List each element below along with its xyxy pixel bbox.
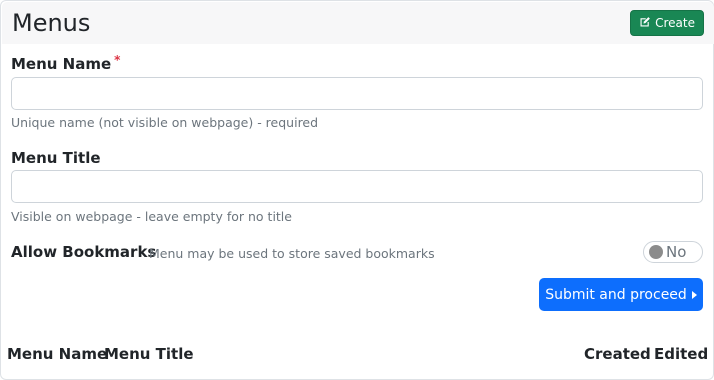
menu-title-help: Visible on webpage - leave empty for no … (11, 209, 292, 224)
column-header-menu-title[interactable]: Menu Title (104, 345, 194, 363)
card-header: Menus Create (2, 2, 714, 44)
column-header-edited[interactable]: Edited (654, 345, 708, 363)
menu-name-input[interactable] (11, 77, 703, 110)
allow-bookmarks-label: Allow Bookmarks (11, 243, 157, 261)
submit-button-label: Submit and proceed (545, 286, 687, 303)
toggle-knob (649, 245, 663, 259)
create-button[interactable]: Create (630, 10, 704, 36)
menu-title-input[interactable] (11, 170, 703, 203)
required-indicator: * (114, 53, 121, 67)
edit-icon (639, 16, 651, 31)
menu-title-label: Menu Title (11, 149, 101, 167)
column-header-menu-name[interactable]: Menu Name (7, 345, 107, 363)
column-header-created[interactable]: Created (584, 345, 651, 363)
allow-bookmarks-toggle[interactable]: No (643, 241, 703, 263)
submit-button[interactable]: Submit and proceed (539, 278, 703, 311)
menu-name-help: Unique name (not visible on webpage) - r… (11, 115, 319, 130)
create-button-label: Create (655, 16, 695, 30)
page-title: Menus (12, 9, 91, 37)
toggle-text: No (666, 243, 687, 261)
menu-name-label: Menu Name * (11, 53, 121, 73)
caret-right-icon (691, 290, 697, 299)
allow-bookmarks-description: Menu may be used to store saved bookmark… (149, 246, 435, 261)
